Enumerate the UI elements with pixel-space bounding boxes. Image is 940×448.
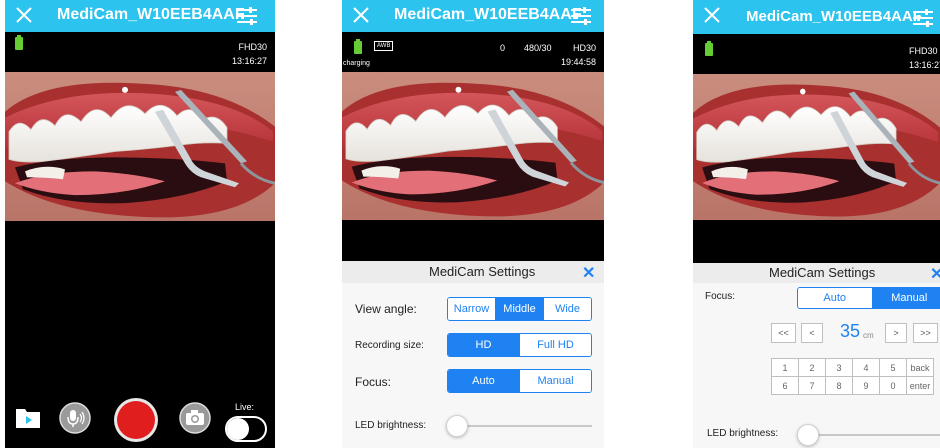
keypad-key-enter[interactable]: enter [907, 377, 934, 395]
keypad-key-4[interactable]: 4 [853, 359, 880, 377]
settings-sheet: MediCam Settings ✕ Focus: Auto Manual <<… [693, 263, 940, 448]
charging-label: charging [343, 60, 370, 67]
settings-sheet: MediCam Settings ✕ View angle: Narrow Mi… [342, 261, 604, 448]
recording-size-segment: HD Full HD [447, 333, 592, 357]
close-icon[interactable] [14, 4, 34, 26]
keypad-key-3[interactable]: 3 [826, 359, 853, 377]
focus-distance-value: 35 [840, 321, 861, 341]
close-icon[interactable] [702, 4, 722, 26]
keypad-key-2[interactable]: 2 [799, 359, 826, 377]
focus-segment: Auto Manual [447, 369, 592, 393]
camera-screen-settings: MediCam_W10EEB4AAF charging AWB 0 480/30… [342, 0, 604, 448]
settings-sliders-icon[interactable] [912, 9, 934, 27]
title-bar: MediCam_W10EEB4AAF [5, 0, 275, 32]
camera-screen-manual-focus: MediCam_W10EEB4AAF FHD30 13:16:27 MediCa… [693, 0, 940, 448]
frame-readout: 480/30 [524, 43, 552, 53]
status-bar: FHD30 13:16:27 [5, 32, 275, 72]
keypad-key-9[interactable]: 9 [853, 377, 880, 395]
led-brightness-track[interactable] [454, 425, 592, 427]
microphone-icon[interactable] [59, 402, 91, 434]
clock-readout: 19:44:58 [560, 57, 596, 67]
close-settings-icon[interactable]: ✕ [582, 263, 595, 283]
view-angle-narrow[interactable]: Narrow [448, 298, 495, 320]
view-angle-middle[interactable]: Middle [495, 298, 543, 320]
resolution-readout: HD30 [572, 43, 596, 53]
camera-preview [342, 72, 604, 220]
live-toggle[interactable] [225, 416, 267, 442]
recording-size-fullhd[interactable]: Full HD [519, 334, 591, 356]
battery-icon [15, 35, 23, 50]
live-toggle-knob [227, 418, 249, 440]
focus-left-button[interactable]: < [801, 323, 823, 343]
settings-sliders-icon[interactable] [236, 7, 258, 25]
led-brightness-label: LED brightness: [707, 428, 779, 439]
focus-auto[interactable]: Auto [448, 370, 519, 392]
camera-screen-recording: MediCam_W10EEB4AAF FHD30 13:16:27 Live: [5, 0, 275, 448]
resolution-readout: FHD30 [238, 42, 267, 52]
focus-right-button[interactable]: > [885, 323, 907, 343]
focus-auto[interactable]: Auto [798, 288, 872, 308]
keypad-key-0[interactable]: 0 [880, 377, 907, 395]
clock-readout: 13:16:27 [231, 56, 267, 66]
focus-segment: Auto Manual [797, 287, 940, 309]
focus-far-left-button[interactable]: << [771, 323, 796, 343]
settings-title: MediCam Settings [769, 265, 876, 280]
led-brightness-track[interactable] [807, 434, 940, 436]
counter-readout: 0 [500, 43, 506, 53]
focus-keypad: 1 2 3 4 5 back 6 7 8 9 0 enter [771, 358, 934, 395]
camera-preview [693, 74, 940, 220]
focus-distance-unit: cm [863, 331, 874, 340]
recording-size-label: Recording size: [355, 340, 424, 351]
record-button[interactable] [113, 397, 159, 443]
title-bar: MediCam_W10EEB4AAF [342, 0, 604, 32]
battery-icon [354, 39, 362, 54]
settings-header: MediCam Settings ✕ [693, 263, 940, 283]
focus-label: Focus: [705, 291, 736, 302]
led-brightness-knob[interactable] [797, 424, 819, 446]
live-label: Live: [235, 402, 255, 412]
keypad-key-5[interactable]: 5 [880, 359, 907, 377]
focus-manual[interactable]: Manual [519, 370, 591, 392]
status-bar: FHD30 13:16:27 [693, 34, 940, 74]
battery-icon [705, 41, 713, 56]
keypad-key-back[interactable]: back [907, 359, 934, 377]
camera-icon[interactable] [179, 402, 211, 434]
settings-title: MediCam Settings [429, 264, 536, 279]
folder-play-icon[interactable] [15, 405, 41, 429]
status-bar: charging AWB 0 480/30 HD30 19:44:58 [342, 32, 604, 72]
focus-label: Focus: [355, 375, 392, 389]
keypad-key-6[interactable]: 6 [772, 377, 799, 395]
keypad-key-8[interactable]: 8 [826, 377, 853, 395]
awb-badge: AWB [374, 41, 394, 51]
led-brightness-label: LED brightness: [355, 420, 427, 431]
settings-body: View angle: Narrow Middle Wide Recording… [342, 283, 604, 448]
view-angle-wide[interactable]: Wide [543, 298, 591, 320]
close-icon[interactable] [351, 4, 371, 26]
device-title: MediCam_W10EEB4AAF [57, 6, 245, 23]
device-title: MediCam_W10EEB4AAF [746, 8, 922, 25]
focus-far-right-button[interactable]: >> [913, 323, 938, 343]
clock-readout: 13:16:27 [909, 60, 940, 70]
view-angle-segment: Narrow Middle Wide [447, 297, 592, 321]
settings-header: MediCam Settings ✕ [342, 261, 604, 283]
device-title: MediCam_W10EEB4AAF [394, 6, 582, 23]
camera-preview [5, 72, 275, 221]
resolution-readout: FHD30 [909, 46, 938, 56]
view-angle-label: View angle: [355, 302, 417, 316]
keypad-key-7[interactable]: 7 [799, 377, 826, 395]
settings-sliders-icon[interactable] [570, 7, 592, 25]
title-bar: MediCam_W10EEB4AAF [693, 0, 940, 34]
keypad-key-1[interactable]: 1 [772, 359, 799, 377]
led-brightness-knob[interactable] [446, 415, 468, 437]
settings-body: Focus: Auto Manual << < 35 cm > >> 1 2 3… [693, 283, 940, 448]
recording-size-hd[interactable]: HD [448, 334, 519, 356]
focus-manual[interactable]: Manual [871, 288, 940, 308]
close-settings-icon[interactable]: ✕ [930, 264, 940, 284]
